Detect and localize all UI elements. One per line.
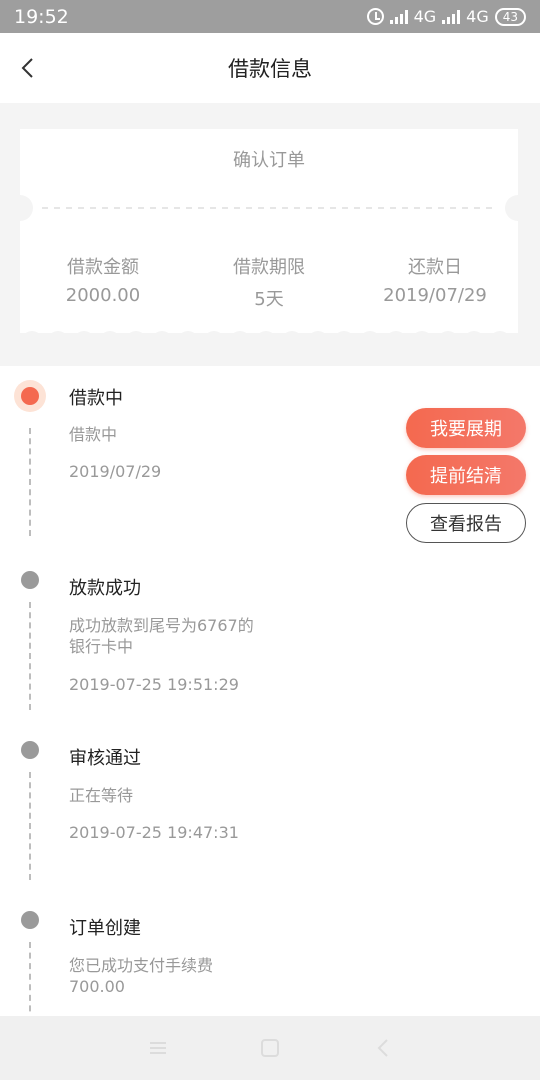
network-type-2: 4G	[466, 7, 489, 26]
timeline-connector	[29, 428, 31, 536]
step-description: 您已成功支付手续费700.00	[69, 956, 214, 996]
back-button[interactable]	[10, 49, 48, 87]
order-summary-section: 确认订单 借款金额 2000.00 借款期限 5天 还款日 2019/07/29	[0, 103, 540, 366]
field-value: 2019/07/29	[383, 285, 487, 306]
field-loan-amount: 借款金额 2000.00	[20, 253, 186, 311]
status-icons: 4G 4G 43	[366, 7, 526, 26]
battery-icon: 43	[494, 7, 526, 26]
ticket-scallop	[360, 331, 380, 349]
order-ticket-card: 确认订单 借款金额 2000.00 借款期限 5天 还款日 2019/07/29	[20, 129, 518, 349]
app-header: 借款信息	[0, 33, 540, 103]
extend-loan-button[interactable]: 我要展期	[406, 408, 526, 448]
battery-level: 43	[502, 9, 518, 24]
status-dot-icon	[21, 911, 39, 929]
step-name: 借款中	[69, 388, 123, 409]
step-time: 2019/07/29	[69, 462, 162, 481]
chevron-left-icon	[21, 58, 33, 78]
ticket-scallop	[48, 331, 68, 349]
step-time: 2019-07-25 19:51:29	[69, 675, 239, 694]
ticket-scallop	[412, 331, 432, 349]
ticket-scallop	[178, 331, 198, 349]
field-repayment-date: 还款日 2019/07/29	[352, 253, 518, 311]
back-nav-icon[interactable]	[372, 1036, 396, 1060]
timeline-connector	[29, 602, 31, 710]
ticket-scallop	[152, 331, 172, 349]
view-report-button[interactable]: 查看报告	[406, 503, 526, 543]
step-name: 审核通过	[69, 748, 141, 769]
ticket-fields: 借款金额 2000.00 借款期限 5天 还款日 2019/07/29	[20, 253, 518, 311]
field-label: 借款金额	[67, 257, 139, 278]
ticket-scallop	[282, 331, 302, 349]
step-description: 借款中	[69, 425, 118, 444]
page-title: 借款信息	[228, 57, 312, 81]
status-bar: 19:52 4G 4G 43	[0, 0, 540, 33]
ticket-scallop	[438, 331, 458, 349]
ticket-scallop	[204, 331, 224, 349]
signal-icon	[389, 9, 408, 24]
ticket-scallop	[334, 331, 354, 349]
ticket-scallop	[74, 331, 94, 349]
step-description: 正在等待	[69, 786, 134, 805]
loan-status-timeline: 借款中 借款中 2019/07/29 我要展期 提前结清 查看报告 放款成功 成…	[0, 366, 540, 1016]
step-name: 订单创建	[69, 918, 141, 939]
ticket-scallop	[126, 331, 146, 349]
field-label: 还款日	[408, 257, 462, 278]
field-loan-term: 借款期限 5天	[186, 253, 352, 311]
alarm-icon	[366, 8, 384, 25]
early-repay-button[interactable]: 提前结清	[406, 455, 526, 495]
active-status-dot-icon	[14, 380, 46, 412]
ticket-scallop	[22, 331, 42, 349]
step-name: 放款成功	[69, 578, 141, 599]
timeline-connector	[29, 772, 31, 880]
status-dot-icon	[21, 571, 39, 589]
ticket-heading: 确认订单	[233, 150, 305, 171]
timeline-connector	[29, 942, 31, 1016]
field-value: 2000.00	[65, 285, 141, 306]
ticket-scallop	[308, 331, 328, 349]
field-value: 5天	[254, 289, 284, 310]
system-nav-bar	[0, 1016, 540, 1080]
field-label: 借款期限	[233, 257, 305, 278]
status-time: 19:52	[14, 5, 69, 28]
ticket-scallop	[464, 331, 484, 349]
ticket-scallop	[386, 331, 406, 349]
status-dot-icon	[21, 741, 39, 759]
ticket-scallop	[490, 331, 510, 349]
signal-icon-2	[442, 9, 461, 24]
step-description: 成功放款到尾号为6767的银行卡中	[69, 616, 254, 656]
ticket-scallop	[230, 331, 250, 349]
network-type-1: 4G	[413, 7, 437, 26]
home-icon[interactable]	[258, 1036, 282, 1060]
ticket-scallop	[100, 331, 120, 349]
menu-icon[interactable]	[146, 1036, 170, 1060]
ticket-scallop	[256, 331, 276, 349]
step-time: 2019-07-25 19:47:31	[69, 823, 239, 842]
